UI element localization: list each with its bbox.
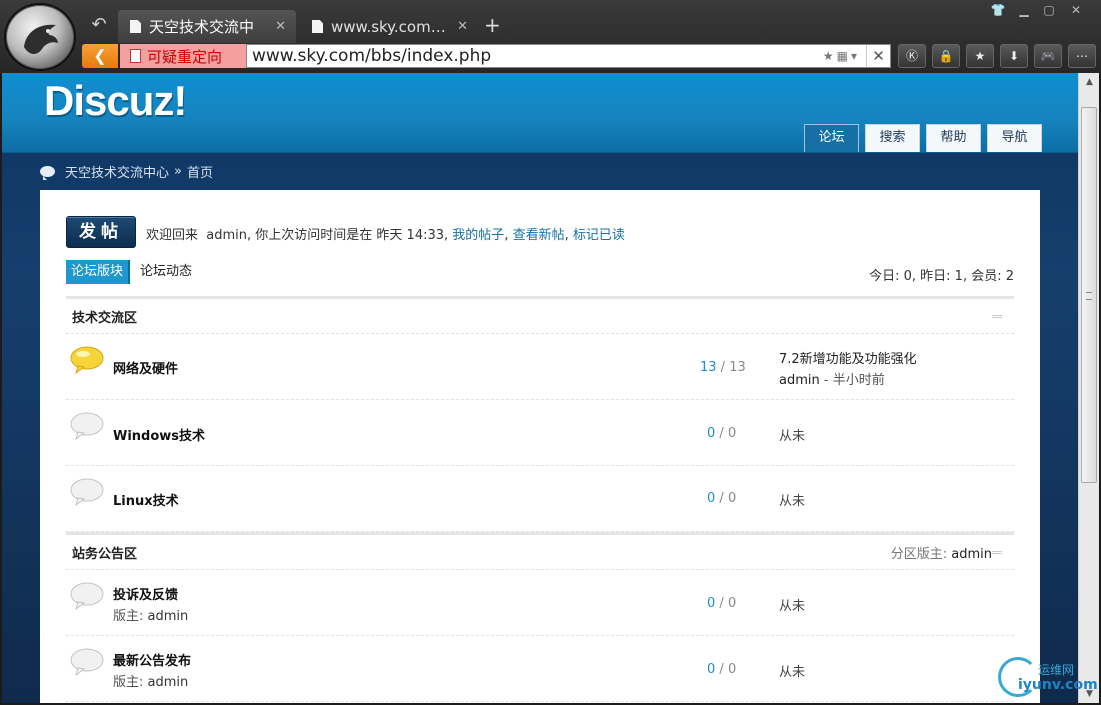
last-post-never: 从未 bbox=[779, 599, 806, 614]
forum-counts: 0 / 0 bbox=[707, 596, 737, 611]
watermark-logo: 运维网 iyunv.com bbox=[994, 655, 1098, 701]
top-navigation: 论坛 搜索 帮助 导航 bbox=[804, 124, 1042, 152]
forum-subtabs: 论坛版块 论坛动态 bbox=[66, 260, 197, 284]
last-post-title[interactable]: 7.2新增功能及功能强化 bbox=[779, 348, 917, 367]
close-window-icon[interactable]: ✕ bbox=[1066, 2, 1086, 18]
forum-stats: 今日: 0, 昨日: 1, 会员: 2 bbox=[869, 269, 1014, 284]
forum-content: 发帖 欢迎回来 admin, 你上次访问时间是在 昨天 14:33, 我的帖子,… bbox=[40, 190, 1040, 703]
last-post-never: 从未 bbox=[779, 494, 806, 509]
clear-url-icon[interactable]: ✕ bbox=[866, 45, 890, 67]
forum-title[interactable]: Linux技术 bbox=[113, 490, 179, 509]
browser-logo[interactable] bbox=[4, 3, 76, 71]
download-icon[interactable]: ⬇ bbox=[1000, 44, 1028, 68]
document-icon bbox=[130, 20, 141, 33]
view-new-posts-link[interactable]: 查看新帖 bbox=[513, 228, 565, 243]
last-post-meta: admin - 半小时前 bbox=[779, 373, 885, 388]
new-tab-button[interactable]: + bbox=[484, 14, 501, 36]
cheetah-icon bbox=[24, 24, 58, 54]
category-moderator: 分区版主: admin bbox=[890, 546, 992, 562]
forum-row[interactable]: 投诉及反馈 版主: admin 0 / 0 从未 bbox=[66, 570, 1014, 636]
warning-document-icon bbox=[130, 49, 141, 63]
tab-sky-url[interactable]: www.sky.com/... ✕ bbox=[300, 10, 478, 43]
breadcrumb: 天空技术交流中心 » 首页 bbox=[40, 162, 213, 181]
forum-no-new-icon bbox=[70, 648, 104, 676]
tab-forum-activity[interactable]: 论坛动态 bbox=[130, 260, 197, 284]
undo-close-tab-icon[interactable]: ↶ bbox=[88, 14, 110, 36]
category-header-tech: 技术交流区 bbox=[66, 296, 1014, 334]
forum-counts: 0 / 0 bbox=[707, 491, 737, 506]
collapse-icon[interactable] bbox=[992, 550, 1002, 554]
close-tab-icon[interactable]: ✕ bbox=[275, 19, 286, 34]
more-menu-icon[interactable]: ⋯ bbox=[1068, 44, 1096, 68]
browser-chrome: ↶ 天空技术交流中 ✕ www.sky.com/... ✕ + 👕 ▁ ▢ ✕ … bbox=[0, 0, 1101, 73]
scroll-thumb[interactable] bbox=[1081, 107, 1097, 483]
back-button[interactable]: ❮ bbox=[82, 44, 118, 68]
forum-moderator: 版主: admin bbox=[113, 675, 189, 690]
category-header-announcements: 站务公告区 分区版主: admin bbox=[66, 532, 1014, 570]
nav-forum[interactable]: 论坛 bbox=[804, 124, 859, 152]
last-post-never: 从未 bbox=[779, 429, 806, 444]
redirect-warning[interactable]: 可疑重定向 bbox=[120, 44, 246, 68]
forum-title[interactable]: Windows技术 bbox=[113, 425, 205, 444]
address-bar[interactable]: www.sky.com/bbs/index.php ★▦▾ ✕ bbox=[246, 44, 891, 68]
forum-no-new-icon bbox=[70, 412, 104, 440]
close-tab-icon[interactable]: ✕ bbox=[457, 19, 468, 34]
nav-search[interactable]: 搜索 bbox=[865, 124, 920, 152]
speech-bubble-icon bbox=[40, 166, 55, 180]
skin-icon[interactable]: 👕 bbox=[988, 2, 1008, 18]
vertical-scrollbar[interactable]: ▲ ▼ bbox=[1078, 73, 1099, 703]
minimize-icon[interactable]: ▁ bbox=[1014, 2, 1034, 18]
site-logo[interactable]: Discuz! bbox=[44, 77, 187, 125]
my-posts-link[interactable]: 我的帖子 bbox=[452, 228, 504, 243]
new-post-button[interactable]: 发帖 bbox=[66, 216, 136, 248]
mark-read-link[interactable]: 标记已读 bbox=[573, 228, 625, 243]
forum-row[interactable]: 最新公告发布 版主: admin 0 / 0 从未 bbox=[66, 636, 1014, 702]
forum-moderator: 版主: admin bbox=[113, 609, 189, 624]
breadcrumb-home[interactable]: 天空技术交流中心 bbox=[65, 162, 169, 181]
last-post-never: 从未 bbox=[779, 665, 806, 680]
favorites-star-icon[interactable]: ★ bbox=[966, 44, 994, 68]
welcome-message: 欢迎回来 admin, 你上次访问时间是在 昨天 14:33, 我的帖子, 查看… bbox=[146, 228, 625, 243]
scroll-up-icon[interactable]: ▲ bbox=[1079, 73, 1100, 91]
forum-row[interactable]: Linux技术 0 / 0 从未 bbox=[66, 466, 1014, 532]
site-header: Discuz! 论坛 搜索 帮助 导航 bbox=[2, 73, 1078, 153]
tab-forum-boards[interactable]: 论坛版块 bbox=[66, 260, 131, 284]
forum-no-new-icon bbox=[70, 478, 104, 506]
url-input[interactable]: www.sky.com/bbs/index.php bbox=[247, 46, 823, 66]
forum-counts: 0 / 0 bbox=[707, 426, 737, 441]
username: admin bbox=[206, 228, 248, 243]
bookmark-qr-icons[interactable]: ★▦▾ bbox=[823, 49, 860, 63]
forum-title[interactable]: 网络及硬件 bbox=[113, 358, 178, 377]
maximize-icon[interactable]: ▢ bbox=[1039, 2, 1059, 18]
forum-title[interactable]: 最新公告发布 bbox=[113, 650, 191, 669]
nav-guide[interactable]: 导航 bbox=[987, 124, 1042, 152]
document-icon bbox=[312, 20, 323, 33]
tab-forum[interactable]: 天空技术交流中 ✕ bbox=[118, 10, 296, 43]
gamepad-icon[interactable]: 🎮 bbox=[1034, 44, 1062, 68]
forum-title[interactable]: 投诉及反馈 bbox=[113, 584, 178, 603]
breadcrumb-current: 首页 bbox=[186, 166, 213, 181]
forum-counts: 0 / 0 bbox=[707, 662, 737, 677]
forum-row[interactable]: 网络及硬件 13 / 13 7.2新增功能及功能强化 admin - 半小时前 bbox=[66, 334, 1014, 400]
forum-new-icon bbox=[70, 346, 104, 374]
collapse-icon[interactable] bbox=[992, 314, 1002, 318]
k-extension-icon[interactable]: Ⓚ bbox=[898, 44, 926, 68]
nav-help[interactable]: 帮助 bbox=[926, 124, 981, 152]
forum-no-new-icon bbox=[70, 582, 104, 610]
forum-counts: 13 / 13 bbox=[700, 360, 746, 375]
forum-row[interactable]: Windows技术 0 / 0 从未 bbox=[66, 400, 1014, 466]
page-viewport: Discuz! 论坛 搜索 帮助 导航 天空技术交流中心 » 首页 发帖 欢迎回… bbox=[2, 73, 1078, 703]
lock-icon[interactable]: 🔒 bbox=[932, 44, 960, 68]
